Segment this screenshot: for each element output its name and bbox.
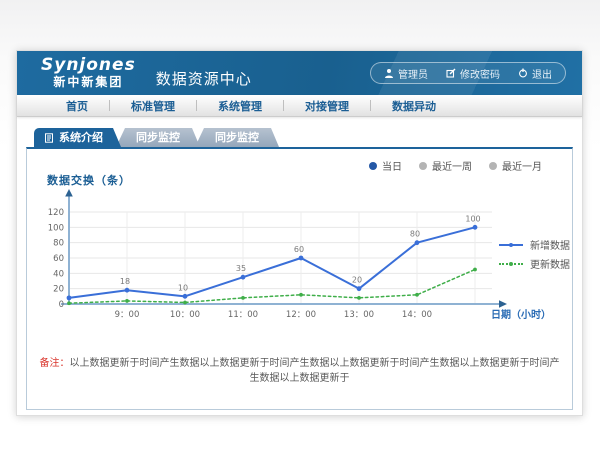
main-nav: 首页标准管理系统管理对接管理数据异动	[17, 95, 582, 117]
y-tick-label: 120	[48, 208, 64, 218]
series-point[interactable]	[357, 296, 361, 300]
y-axis-title: 数据交换（条）	[47, 172, 131, 188]
radio-dot[interactable]	[419, 162, 427, 170]
user-menu-label: 修改密码	[460, 66, 500, 81]
app-header: Synjones 新中新集团 数据资源中心 管理员 修改密码 退出	[17, 51, 582, 95]
app-window: Synjones 新中新集团 数据资源中心 管理员修改密码退出 首页标准管理系统…	[16, 50, 583, 416]
point-value-label: 18	[120, 277, 130, 286]
series-line-1	[69, 270, 475, 304]
legend-item-0[interactable]: 新增数据	[499, 235, 570, 254]
series-point[interactable]	[241, 296, 245, 300]
tab-1[interactable]: 同步监控	[116, 128, 200, 147]
series-point[interactable]	[125, 299, 129, 303]
series-point[interactable]	[357, 286, 362, 291]
legend-item-1[interactable]: 更新数据	[499, 254, 570, 273]
legend-label: 更新数据	[530, 256, 570, 271]
series-point[interactable]	[473, 268, 477, 272]
y-axis-arrow	[65, 189, 73, 197]
point-value-label: 20	[352, 276, 362, 285]
nav-item-2[interactable]: 系统管理	[197, 98, 283, 114]
tab-2[interactable]: 同步监控	[195, 128, 279, 147]
series-point[interactable]	[67, 301, 71, 305]
user-menu: 管理员 修改密码 退出	[370, 62, 566, 84]
user-menu-label: 管理员	[398, 66, 428, 81]
point-value-label: 10	[178, 283, 188, 292]
x-tick-label: 12：00	[286, 310, 316, 320]
point-value-label: 100	[465, 214, 480, 223]
point-value-label: 80	[410, 230, 420, 239]
y-tick-label: 80	[53, 239, 64, 249]
series-legend: 新增数据更新数据	[499, 235, 570, 273]
x-tick-label: 10：00	[170, 310, 200, 320]
series-point[interactable]	[183, 301, 187, 305]
radio-dot[interactable]	[489, 162, 497, 170]
time-range-filter: 当日 最近一周 最近一月	[369, 158, 542, 173]
user-menu-item-0[interactable]: 管理员	[375, 66, 437, 81]
x-tick-label: 14：00	[402, 310, 432, 320]
radio-label: 当日	[382, 158, 402, 173]
chart-panel: 当日 最近一周 最近一月 数据交换（条） 0 20 40 60 80 100 120 9：00 10…	[26, 147, 573, 410]
x-axis-title: 日期（小时）	[491, 308, 551, 321]
content-area: 系统介绍 同步监控 同步监控 当日 最近一周 最近一月 数据交换（条） 0 20 40 60 8…	[17, 118, 582, 415]
nav-item-0[interactable]: 首页	[45, 98, 109, 114]
y-tick-label: 100	[48, 223, 64, 233]
series-point[interactable]	[67, 295, 72, 300]
radio-label: 最近一周	[432, 158, 472, 173]
edit-password-icon	[446, 68, 456, 78]
x-tick-label: 9：00	[115, 310, 140, 320]
company-logo: Synjones 新中新集团	[41, 56, 136, 89]
tab-label: 同步监控	[136, 131, 180, 144]
series-point[interactable]	[125, 288, 130, 293]
tab-bar: 系统介绍 同步监控 同步监控	[34, 128, 279, 147]
user-icon	[384, 68, 394, 78]
legend-label: 新增数据	[530, 237, 570, 252]
series-point[interactable]	[241, 275, 246, 280]
series-point[interactable]	[415, 240, 420, 245]
radio-dot[interactable]	[369, 162, 377, 170]
y-tick-label: 60	[53, 254, 64, 264]
x-axis-arrow	[499, 300, 507, 308]
tab-0-active[interactable]: 系统介绍	[34, 128, 121, 147]
logout-icon	[518, 68, 528, 78]
legend-line-sample	[499, 263, 523, 265]
legend-line-sample	[499, 244, 523, 246]
footnote: 备注：以上数据更新于时间产生数据以上数据更新于时间产生数据以上数据更新于时间产生…	[37, 354, 562, 384]
y-tick-label: 0	[59, 300, 64, 310]
radio-option-0[interactable]: 当日	[369, 158, 402, 173]
series-point[interactable]	[183, 294, 188, 299]
user-menu-label: 退出	[532, 66, 552, 81]
series-point[interactable]	[415, 293, 419, 297]
x-tick-label: 13：00	[344, 310, 374, 320]
nav-item-4[interactable]: 数据异动	[371, 98, 457, 114]
nav-item-3[interactable]: 对接管理	[284, 98, 370, 114]
series-point[interactable]	[473, 225, 478, 230]
point-value-label: 35	[236, 264, 246, 273]
tab-label: 同步监控	[215, 131, 259, 144]
series-point[interactable]	[299, 293, 303, 297]
user-menu-item-1[interactable]: 修改密码	[437, 66, 509, 81]
line-chart: 0 20 40 60 80 100 120 9：00 10：00 11：00 12：00 13：00 1…	[37, 189, 567, 339]
nav-item-1[interactable]: 标准管理	[110, 98, 196, 114]
logo-text-en: Synjones	[41, 56, 136, 76]
y-tick-label: 40	[53, 269, 64, 279]
logo-text-cn: 新中新集团	[41, 76, 136, 90]
document-icon	[44, 133, 54, 143]
footnote-text: 以上数据更新于时间产生数据以上数据更新于时间产生数据以上数据更新于时间产生数据以…	[70, 358, 560, 384]
user-menu-item-2[interactable]: 退出	[509, 66, 561, 81]
point-value-label: 60	[294, 245, 304, 254]
x-tick-label: 11：00	[228, 310, 258, 320]
series-point[interactable]	[299, 256, 304, 261]
radio-option-1[interactable]: 最近一周	[419, 158, 472, 173]
y-tick-label: 20	[53, 285, 64, 295]
page-title: 数据资源中心	[156, 68, 252, 89]
footnote-prefix: 备注：	[40, 358, 70, 369]
radio-label: 最近一月	[502, 158, 542, 173]
radio-option-2[interactable]: 最近一月	[489, 158, 542, 173]
tab-label: 系统介绍	[59, 128, 103, 147]
